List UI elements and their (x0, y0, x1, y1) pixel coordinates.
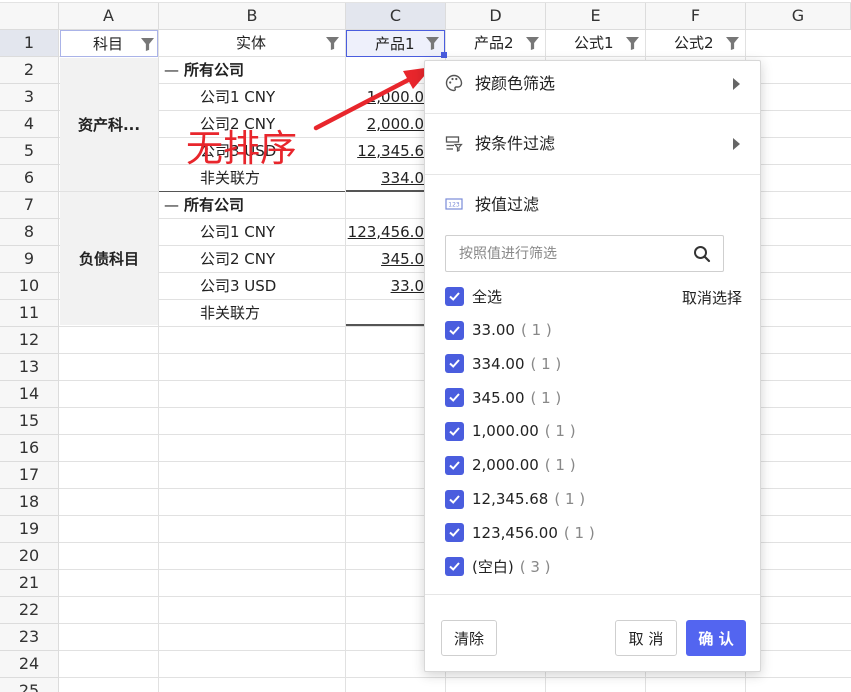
value-option-count: ( 1 ) (544, 456, 576, 475)
value-option[interactable]: 334.00 ( 1 ) (445, 353, 561, 375)
value-option-label: 12,345.68 (472, 490, 549, 508)
checkbox-checked-icon[interactable] (445, 354, 464, 374)
value-option-label: 33.00 (472, 321, 515, 339)
value-option[interactable]: (空白) ( 3 ) (445, 556, 551, 578)
value-option[interactable]: 345.00 ( 1 ) (445, 387, 561, 409)
svg-text:123: 123 (448, 202, 460, 209)
value-option-label: (空白) (472, 558, 514, 577)
spreadsheet: A B C D E F G 1 2 3 4 5 6 7 8 9 10 11 12 13 14 15 16 17 1… (0, 0, 851, 692)
divider (425, 594, 760, 595)
search-icon[interactable] (693, 245, 711, 263)
value-option[interactable]: 2,000.00 ( 1 ) (445, 454, 576, 476)
checkbox-checked-icon[interactable] (445, 421, 464, 441)
menu-filter-by-condition[interactable]: 按条件过滤 (425, 122, 760, 166)
cancel-button[interactable]: 取 消 (615, 620, 677, 656)
checkbox-checked-icon[interactable] (445, 523, 464, 543)
value-option-label: 1,000.00 (472, 422, 539, 441)
value-option[interactable]: 33.00 ( 1 ) (445, 319, 552, 341)
value-option-count: ( 1 ) (554, 490, 586, 508)
select-all-label: 全选 (472, 287, 503, 306)
deselect-button[interactable]: 取消选择 (682, 287, 742, 308)
palette-icon (445, 74, 463, 92)
checkbox-checked-icon[interactable] (445, 489, 464, 509)
value-search-input[interactable] (446, 236, 686, 271)
value-option-count: ( 1 ) (544, 422, 576, 441)
number-123-icon: 123 (445, 198, 463, 210)
confirm-button[interactable]: 确 认 (686, 620, 746, 656)
clear-button[interactable]: 清除 (441, 620, 497, 656)
menu-label: 按颜色筛选 (475, 74, 556, 93)
menu-filter-by-value[interactable]: 123 按值过滤 (425, 183, 760, 227)
value-option-count: ( 1 ) (530, 388, 562, 407)
menu-label: 按值过滤 (475, 195, 540, 214)
divider (425, 174, 760, 175)
checkbox-checked-icon[interactable] (445, 320, 464, 340)
filter-panel[interactable]: 按颜色筛选 按条件过滤 123 按值过滤 按照值进行筛选 全选 取消选择 33.… (424, 60, 761, 672)
value-option-count: ( 1 ) (563, 523, 595, 542)
menu-filter-by-color[interactable]: 按颜色筛选 (425, 62, 760, 106)
value-search-box[interactable] (445, 235, 724, 272)
checkbox-checked-icon[interactable] (445, 455, 464, 475)
checkbox-checked-icon[interactable] (445, 388, 464, 408)
divider (425, 113, 760, 114)
value-option-label: 345.00 (472, 388, 525, 407)
condition-filter-icon (445, 136, 463, 152)
value-option-label: 123,456.00 (472, 523, 558, 542)
chevron-right-icon (733, 78, 740, 90)
menu-label: 按条件过滤 (475, 134, 556, 153)
value-option[interactable]: 1,000.00 ( 1 ) (445, 420, 576, 442)
annotation-text: 无排序 (186, 127, 297, 170)
value-option[interactable]: 12,345.68 ( 1 ) (445, 488, 585, 510)
checkbox-checked-icon[interactable] (445, 286, 464, 306)
checkbox-checked-icon[interactable] (445, 557, 464, 577)
value-option[interactable]: 123,456.00 ( 1 ) (445, 522, 595, 544)
value-option-label: 334.00 (472, 354, 525, 373)
value-option-label: 2,000.00 (472, 456, 539, 475)
value-option-count: ( 1 ) (520, 321, 552, 339)
value-option-count: ( 3 ) (519, 557, 551, 576)
chevron-right-icon (733, 138, 740, 150)
value-option-count: ( 1 ) (530, 354, 562, 373)
select-all-checkbox[interactable]: 全选 (445, 285, 502, 307)
